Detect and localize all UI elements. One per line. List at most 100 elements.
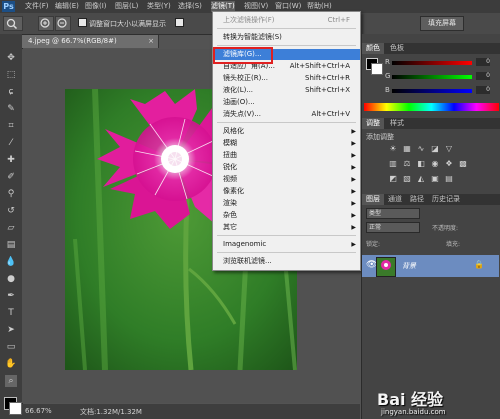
menu-item-blur[interactable]: 模糊 ▶ bbox=[213, 138, 360, 149]
baidu-watermark: Bai 经验 jingyan.baidu.com bbox=[377, 386, 500, 419]
slider-r[interactable]: R 0 bbox=[385, 58, 492, 67]
submenu-arrow-icon: ▶ bbox=[351, 140, 356, 147]
channel-mixer-icon[interactable]: ❖ bbox=[444, 159, 454, 169]
menu-image[interactable]: 图像(I) bbox=[85, 1, 107, 12]
resize-windows-checkbox[interactable] bbox=[78, 18, 87, 27]
close-icon[interactable]: × bbox=[148, 35, 154, 48]
eraser-tool-icon[interactable]: ▱ bbox=[5, 222, 17, 234]
background-color-swatch[interactable] bbox=[9, 402, 22, 415]
posterize-icon[interactable]: ▧ bbox=[402, 174, 412, 184]
submenu-arrow-icon: ▶ bbox=[351, 152, 356, 159]
submenu-arrow-icon: ▶ bbox=[351, 212, 356, 219]
menu-separator bbox=[217, 28, 356, 29]
tab-adjustments[interactable]: 调整 bbox=[362, 118, 384, 129]
blur-tool-icon[interactable]: 💧 bbox=[5, 256, 17, 268]
tab-swatches[interactable]: 色板 bbox=[386, 43, 408, 54]
submenu-arrow-icon: ▶ bbox=[351, 224, 356, 231]
tab-styles[interactable]: 样式 bbox=[386, 118, 408, 129]
pen-tool-icon[interactable]: ✒ bbox=[5, 290, 17, 302]
highlight-callout bbox=[213, 47, 273, 64]
selective-color-icon[interactable]: ▣ bbox=[430, 174, 440, 184]
tab-channels[interactable]: 通道 bbox=[384, 194, 406, 205]
tab-color[interactable]: 颜色 bbox=[362, 43, 384, 54]
menu-item-browse-filters-online[interactable]: 浏览联机滤镜... bbox=[213, 256, 360, 267]
add-adjustment-title: 添加调整 bbox=[366, 133, 394, 141]
menu-layer[interactable]: 图层(L) bbox=[115, 1, 138, 12]
menu-item-oil-paint[interactable]: 油画(O)... bbox=[213, 97, 360, 108]
color-spectrum-bar[interactable] bbox=[364, 103, 499, 111]
menu-item-imagenomic[interactable]: Imagenomic ▶ bbox=[213, 239, 360, 250]
layer-thumbnail[interactable] bbox=[376, 257, 396, 277]
marquee-tool-icon[interactable]: ⬚ bbox=[5, 69, 17, 81]
menu-select[interactable]: 选择(S) bbox=[178, 1, 202, 12]
menu-item-liquify[interactable]: 液化(L)... Shift+Ctrl+X bbox=[213, 85, 360, 96]
zoom-out-icon bbox=[57, 18, 67, 28]
menu-item-noise[interactable]: 杂色 ▶ bbox=[213, 210, 360, 221]
slider-g[interactable]: G 0 bbox=[385, 72, 492, 81]
hand-tool-icon[interactable]: ✋ bbox=[5, 358, 17, 370]
tab-paths[interactable]: 路径 bbox=[406, 194, 428, 205]
menu-item-vanishing-point[interactable]: 消失点(V)... Alt+Ctrl+V bbox=[213, 109, 360, 120]
document-tab-title: 4.jpeg @ 66.7%(RGB/8#) bbox=[28, 37, 117, 45]
move-tool-icon[interactable]: ✥ bbox=[5, 52, 17, 64]
levels-icon[interactable]: ▦ bbox=[402, 144, 412, 154]
menu-item-video[interactable]: 视频 ▶ bbox=[213, 174, 360, 185]
eyedropper-tool-icon[interactable]: ⁄ bbox=[5, 137, 17, 149]
zoom-in-icon bbox=[40, 18, 50, 28]
menu-item-lens-correction[interactable]: 镜头校正(R)... Shift+Ctrl+R bbox=[213, 73, 360, 84]
fill-screen-button[interactable]: 填充屏幕 bbox=[420, 16, 464, 31]
document-tab[interactable]: 4.jpeg @ 66.7%(RGB/8#) × bbox=[22, 35, 159, 48]
curves-icon[interactable]: ∿ bbox=[416, 144, 426, 154]
gradient-tool-icon[interactable]: ▤ bbox=[5, 239, 17, 251]
threshold-icon[interactable]: ◭ bbox=[416, 174, 426, 184]
color-lookup-icon[interactable]: ▩ bbox=[458, 159, 468, 169]
menu-item-last-filter: 上次滤镜操作(F) Ctrl+F bbox=[223, 16, 350, 24]
zoom-all-windows-checkbox[interactable] bbox=[175, 18, 184, 27]
brightness-icon[interactable]: ☀ bbox=[388, 144, 398, 154]
brush-tool-icon[interactable]: ✐ bbox=[5, 171, 17, 183]
menu-edit[interactable]: 编辑(E) bbox=[55, 1, 79, 12]
menu-item-render[interactable]: 渲染 ▶ bbox=[213, 198, 360, 209]
zoom-out-button[interactable] bbox=[55, 16, 71, 31]
menu-item-stylize[interactable]: 风格化 ▶ bbox=[213, 126, 360, 137]
tab-layers[interactable]: 图层 bbox=[362, 194, 384, 205]
healing-brush-tool-icon[interactable]: ✚ bbox=[5, 154, 17, 166]
history-brush-tool-icon[interactable]: ↺ bbox=[5, 205, 17, 217]
color-balance-icon[interactable]: ⚖ bbox=[402, 159, 412, 169]
gradient-map-icon[interactable]: ▤ bbox=[444, 174, 454, 184]
invert-icon[interactable]: ◩ bbox=[388, 174, 398, 184]
quick-select-tool-icon[interactable]: ✎ bbox=[5, 103, 17, 115]
zoom-icon bbox=[6, 18, 18, 30]
hue-saturation-icon[interactable]: ▥ bbox=[388, 159, 398, 169]
slider-b[interactable]: B 0 bbox=[385, 86, 492, 95]
status-bar: 66.67% 文档:1.32M/1.32M bbox=[22, 404, 360, 419]
path-select-tool-icon[interactable]: ➤ bbox=[5, 324, 17, 336]
crop-tool-icon[interactable]: ⌗ bbox=[5, 120, 17, 132]
menu-item-convert-smart-filter[interactable]: 转换为智能滤镜(S) bbox=[213, 32, 360, 43]
shape-tool-icon[interactable]: ▭ bbox=[5, 341, 17, 353]
zoom-level[interactable]: 66.67% bbox=[25, 407, 52, 415]
photo-filter-icon[interactable]: ◉ bbox=[430, 159, 440, 169]
menu-item-pixelate[interactable]: 像素化 ▶ bbox=[213, 186, 360, 197]
menu-item-sharpen[interactable]: 锐化 ▶ bbox=[213, 162, 360, 173]
zoom-in-button[interactable] bbox=[38, 16, 54, 31]
bg-color-preview[interactable] bbox=[371, 63, 383, 75]
clone-stamp-tool-icon[interactable]: ⚲ bbox=[5, 188, 17, 200]
dodge-tool-icon[interactable]: ● bbox=[5, 273, 17, 285]
tab-history[interactable]: 历史记录 bbox=[428, 194, 464, 205]
menu-item-distort[interactable]: 扭曲 ▶ bbox=[213, 150, 360, 161]
layer-name[interactable]: 背景 bbox=[402, 261, 416, 271]
type-tool-icon[interactable]: T bbox=[5, 307, 17, 319]
menu-file[interactable]: 文件(F) bbox=[25, 1, 49, 12]
menu-item-other[interactable]: 其它 ▶ bbox=[213, 222, 360, 233]
submenu-arrow-icon: ▶ bbox=[351, 128, 356, 135]
menu-type[interactable]: 类型(Y) bbox=[147, 1, 171, 12]
blend-mode-select[interactable]: 正常 bbox=[366, 222, 420, 233]
zoom-tool-preset[interactable] bbox=[3, 16, 23, 31]
zoom-tool-icon[interactable]: ⌕ bbox=[5, 375, 17, 387]
layer-kind-filter[interactable]: 类型 bbox=[366, 208, 420, 219]
exposure-icon[interactable]: ◪ bbox=[430, 144, 440, 154]
vibrance-icon[interactable]: ▽ bbox=[444, 144, 454, 154]
black-white-icon[interactable]: ◧ bbox=[416, 159, 426, 169]
lasso-tool-icon[interactable]: ɕ bbox=[5, 86, 17, 98]
